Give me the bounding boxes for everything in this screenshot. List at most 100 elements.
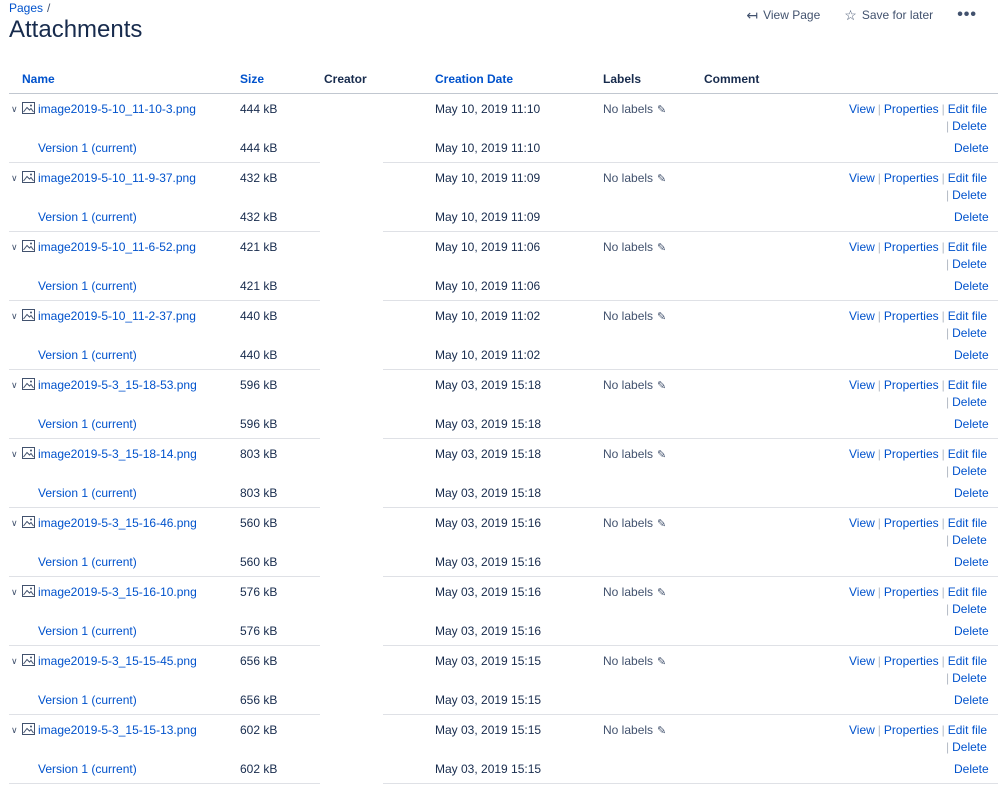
version-link[interactable]: Version 1 (current) — [38, 486, 137, 500]
delete-link[interactable]: Delete — [952, 395, 987, 409]
edit-labels-pencil-icon[interactable]: ✎ — [657, 518, 666, 530]
edit-file-link[interactable]: Edit file — [948, 654, 987, 668]
delete-link[interactable]: Delete — [952, 464, 987, 478]
action-separator: | — [946, 395, 950, 409]
version-link[interactable]: Version 1 (current) — [38, 279, 137, 293]
chevron-down-icon[interactable]: ∨ — [11, 173, 18, 184]
edit-file-link[interactable]: Edit file — [948, 378, 987, 392]
view-link[interactable]: View — [849, 309, 875, 323]
version-delete-link[interactable]: Delete — [954, 693, 989, 707]
version-delete-link[interactable]: Delete — [954, 417, 989, 431]
more-actions-button[interactable]: ••• — [957, 6, 977, 24]
version-delete-link[interactable]: Delete — [954, 555, 989, 569]
properties-link[interactable]: Properties — [884, 309, 939, 323]
edit-labels-pencil-icon[interactable]: ✎ — [657, 449, 666, 461]
version-delete-link[interactable]: Delete — [954, 486, 989, 500]
edit-file-link[interactable]: Edit file — [948, 516, 987, 530]
version-link[interactable]: Version 1 (current) — [38, 762, 137, 776]
attachment-filename-link[interactable]: image2019-5-3_15-16-10.png — [38, 585, 197, 599]
version-link[interactable]: Version 1 (current) — [38, 555, 137, 569]
attachment-filename-link[interactable]: image2019-5-10_11-9-37.png — [38, 171, 196, 185]
chevron-down-icon[interactable]: ∨ — [11, 587, 18, 598]
view-link[interactable]: View — [849, 585, 875, 599]
delete-link[interactable]: Delete — [952, 326, 987, 340]
attachment-filename-link[interactable]: image2019-5-3_15-15-45.png — [38, 654, 197, 668]
breadcrumb-pages-link[interactable]: Pages — [9, 1, 43, 15]
chevron-down-icon[interactable]: ∨ — [11, 518, 18, 529]
edit-labels-pencil-icon[interactable]: ✎ — [657, 725, 666, 737]
delete-link[interactable]: Delete — [952, 257, 987, 271]
version-delete-link[interactable]: Delete — [954, 210, 989, 224]
attachment-filename-link[interactable]: image2019-5-3_15-16-46.png — [38, 516, 197, 530]
edit-labels-pencil-icon[interactable]: ✎ — [657, 380, 666, 392]
delete-link[interactable]: Delete — [952, 740, 987, 754]
column-header-creation-date[interactable]: Creation Date — [435, 72, 513, 86]
view-link[interactable]: View — [849, 378, 875, 392]
edit-labels-pencil-icon[interactable]: ✎ — [657, 104, 666, 116]
view-link[interactable]: View — [849, 723, 875, 737]
edit-file-link[interactable]: Edit file — [948, 102, 987, 116]
edit-file-link[interactable]: Edit file — [948, 447, 987, 461]
delete-link[interactable]: Delete — [952, 671, 987, 685]
attachment-filename-link[interactable]: image2019-5-3_15-18-53.png — [38, 378, 197, 392]
view-link[interactable]: View — [849, 102, 875, 116]
version-link[interactable]: Version 1 (current) — [38, 624, 137, 638]
attachment-filename-link[interactable]: image2019-5-10_11-2-37.png — [38, 309, 196, 323]
delete-link[interactable]: Delete — [952, 188, 987, 202]
save-for-later-button[interactable]: ☆ Save for later — [844, 7, 933, 24]
chevron-down-icon[interactable]: ∨ — [11, 449, 18, 460]
edit-file-link[interactable]: Edit file — [948, 240, 987, 254]
view-link[interactable]: View — [849, 516, 875, 530]
edit-file-link[interactable]: Edit file — [948, 585, 987, 599]
properties-link[interactable]: Properties — [884, 585, 939, 599]
chevron-down-icon[interactable]: ∨ — [11, 242, 18, 253]
version-link[interactable]: Version 1 (current) — [38, 141, 137, 155]
edit-file-link[interactable]: Edit file — [948, 171, 987, 185]
version-link[interactable]: Version 1 (current) — [38, 417, 137, 431]
properties-link[interactable]: Properties — [884, 447, 939, 461]
chevron-down-icon[interactable]: ∨ — [11, 656, 18, 667]
edit-labels-pencil-icon[interactable]: ✎ — [657, 587, 666, 599]
version-delete-link[interactable]: Delete — [954, 279, 989, 293]
version-delete-link[interactable]: Delete — [954, 624, 989, 638]
properties-link[interactable]: Properties — [884, 378, 939, 392]
chevron-down-icon[interactable]: ∨ — [11, 725, 18, 736]
edit-file-link[interactable]: Edit file — [948, 309, 987, 323]
column-header-name[interactable]: Name — [22, 72, 55, 86]
edit-labels-pencil-icon[interactable]: ✎ — [657, 311, 666, 323]
view-link[interactable]: View — [849, 240, 875, 254]
delete-link[interactable]: Delete — [952, 533, 987, 547]
version-link[interactable]: Version 1 (current) — [38, 210, 137, 224]
version-link[interactable]: Version 1 (current) — [38, 693, 137, 707]
delete-link[interactable]: Delete — [952, 602, 987, 616]
properties-link[interactable]: Properties — [884, 102, 939, 116]
edit-file-link[interactable]: Edit file — [948, 723, 987, 737]
view-link[interactable]: View — [849, 171, 875, 185]
version-delete-link[interactable]: Delete — [954, 348, 989, 362]
edit-labels-pencil-icon[interactable]: ✎ — [657, 242, 666, 254]
action-separator: | — [946, 602, 950, 616]
properties-link[interactable]: Properties — [884, 516, 939, 530]
view-link[interactable]: View — [849, 447, 875, 461]
properties-link[interactable]: Properties — [884, 654, 939, 668]
attachment-filename-link[interactable]: image2019-5-3_15-15-13.png — [38, 723, 197, 737]
image-file-icon — [22, 447, 35, 459]
chevron-down-icon[interactable]: ∨ — [11, 311, 18, 322]
view-page-button[interactable]: ↤ View Page — [746, 7, 820, 24]
properties-link[interactable]: Properties — [884, 723, 939, 737]
attachment-filename-link[interactable]: image2019-5-3_15-18-14.png — [38, 447, 197, 461]
edit-labels-pencil-icon[interactable]: ✎ — [657, 173, 666, 185]
version-link[interactable]: Version 1 (current) — [38, 348, 137, 362]
attachment-filename-link[interactable]: image2019-5-10_11-6-52.png — [38, 240, 196, 254]
chevron-down-icon[interactable]: ∨ — [11, 380, 18, 391]
version-delete-link[interactable]: Delete — [954, 141, 989, 155]
delete-link[interactable]: Delete — [952, 119, 987, 133]
properties-link[interactable]: Properties — [884, 240, 939, 254]
attachment-filename-link[interactable]: image2019-5-10_11-10-3.png — [38, 102, 196, 116]
properties-link[interactable]: Properties — [884, 171, 939, 185]
column-header-size[interactable]: Size — [240, 72, 264, 86]
chevron-down-icon[interactable]: ∨ — [11, 104, 18, 115]
view-link[interactable]: View — [849, 654, 875, 668]
version-delete-link[interactable]: Delete — [954, 762, 989, 776]
edit-labels-pencil-icon[interactable]: ✎ — [657, 656, 666, 668]
